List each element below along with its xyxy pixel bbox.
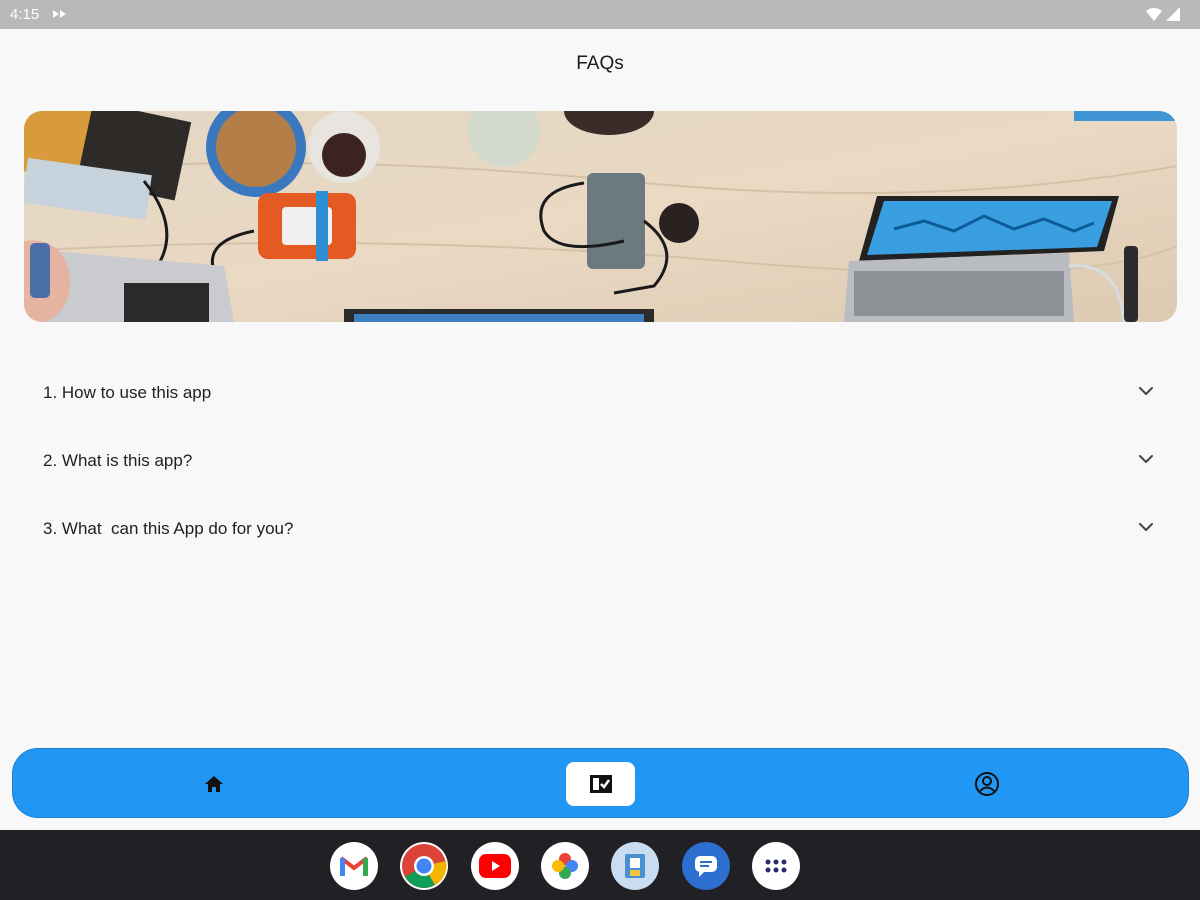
status-time: 4:15 [10,6,40,23]
profile-icon [975,772,999,796]
status-bar: 4:15 [0,0,1200,29]
faq-item-2[interactable]: 2. What is this app? [0,417,1200,485]
faq-icon [589,775,612,793]
nav-home-button[interactable] [179,749,249,819]
wifi-signal-icons [1146,7,1180,21]
app-area: FAQs 1. How to use this app 2. What is t… [0,29,1200,830]
chevron-down-icon[interactable] [1132,515,1160,539]
desk-workspace-illustration [24,111,1177,322]
faq-question: 2. What is this app? [43,451,193,470]
nav-profile-button[interactable] [952,749,1022,819]
messages-icon[interactable] [682,842,730,890]
hero-image [24,111,1177,322]
chevron-down-icon[interactable] [1132,379,1160,403]
gmail-icon[interactable] [330,842,378,890]
page-title: FAQs [576,53,624,74]
faq-list: 1. How to use this app 2. What is this a… [0,349,1200,553]
signal-icon [1166,7,1180,21]
wifi-icon [1146,8,1162,21]
files-icon[interactable] [611,842,659,890]
photos-icon[interactable] [541,842,589,890]
media-icon [53,10,66,18]
faq-item-3[interactable]: 3. What can this App do for you? [0,485,1200,553]
nav-faq-button[interactable] [566,762,635,806]
chevron-down-icon[interactable] [1132,447,1160,471]
faq-item-1[interactable]: 1. How to use this app [0,349,1200,417]
youtube-icon[interactable] [471,842,519,890]
taskbar [0,830,1200,900]
chrome-icon[interactable] [400,842,448,890]
app-launcher-icon[interactable] [752,842,800,890]
home-icon [205,776,223,792]
bottom-navigation [12,748,1189,818]
faq-question: 3. What can this App do for you? [43,519,294,538]
faq-question: 1. How to use this app [43,383,212,402]
